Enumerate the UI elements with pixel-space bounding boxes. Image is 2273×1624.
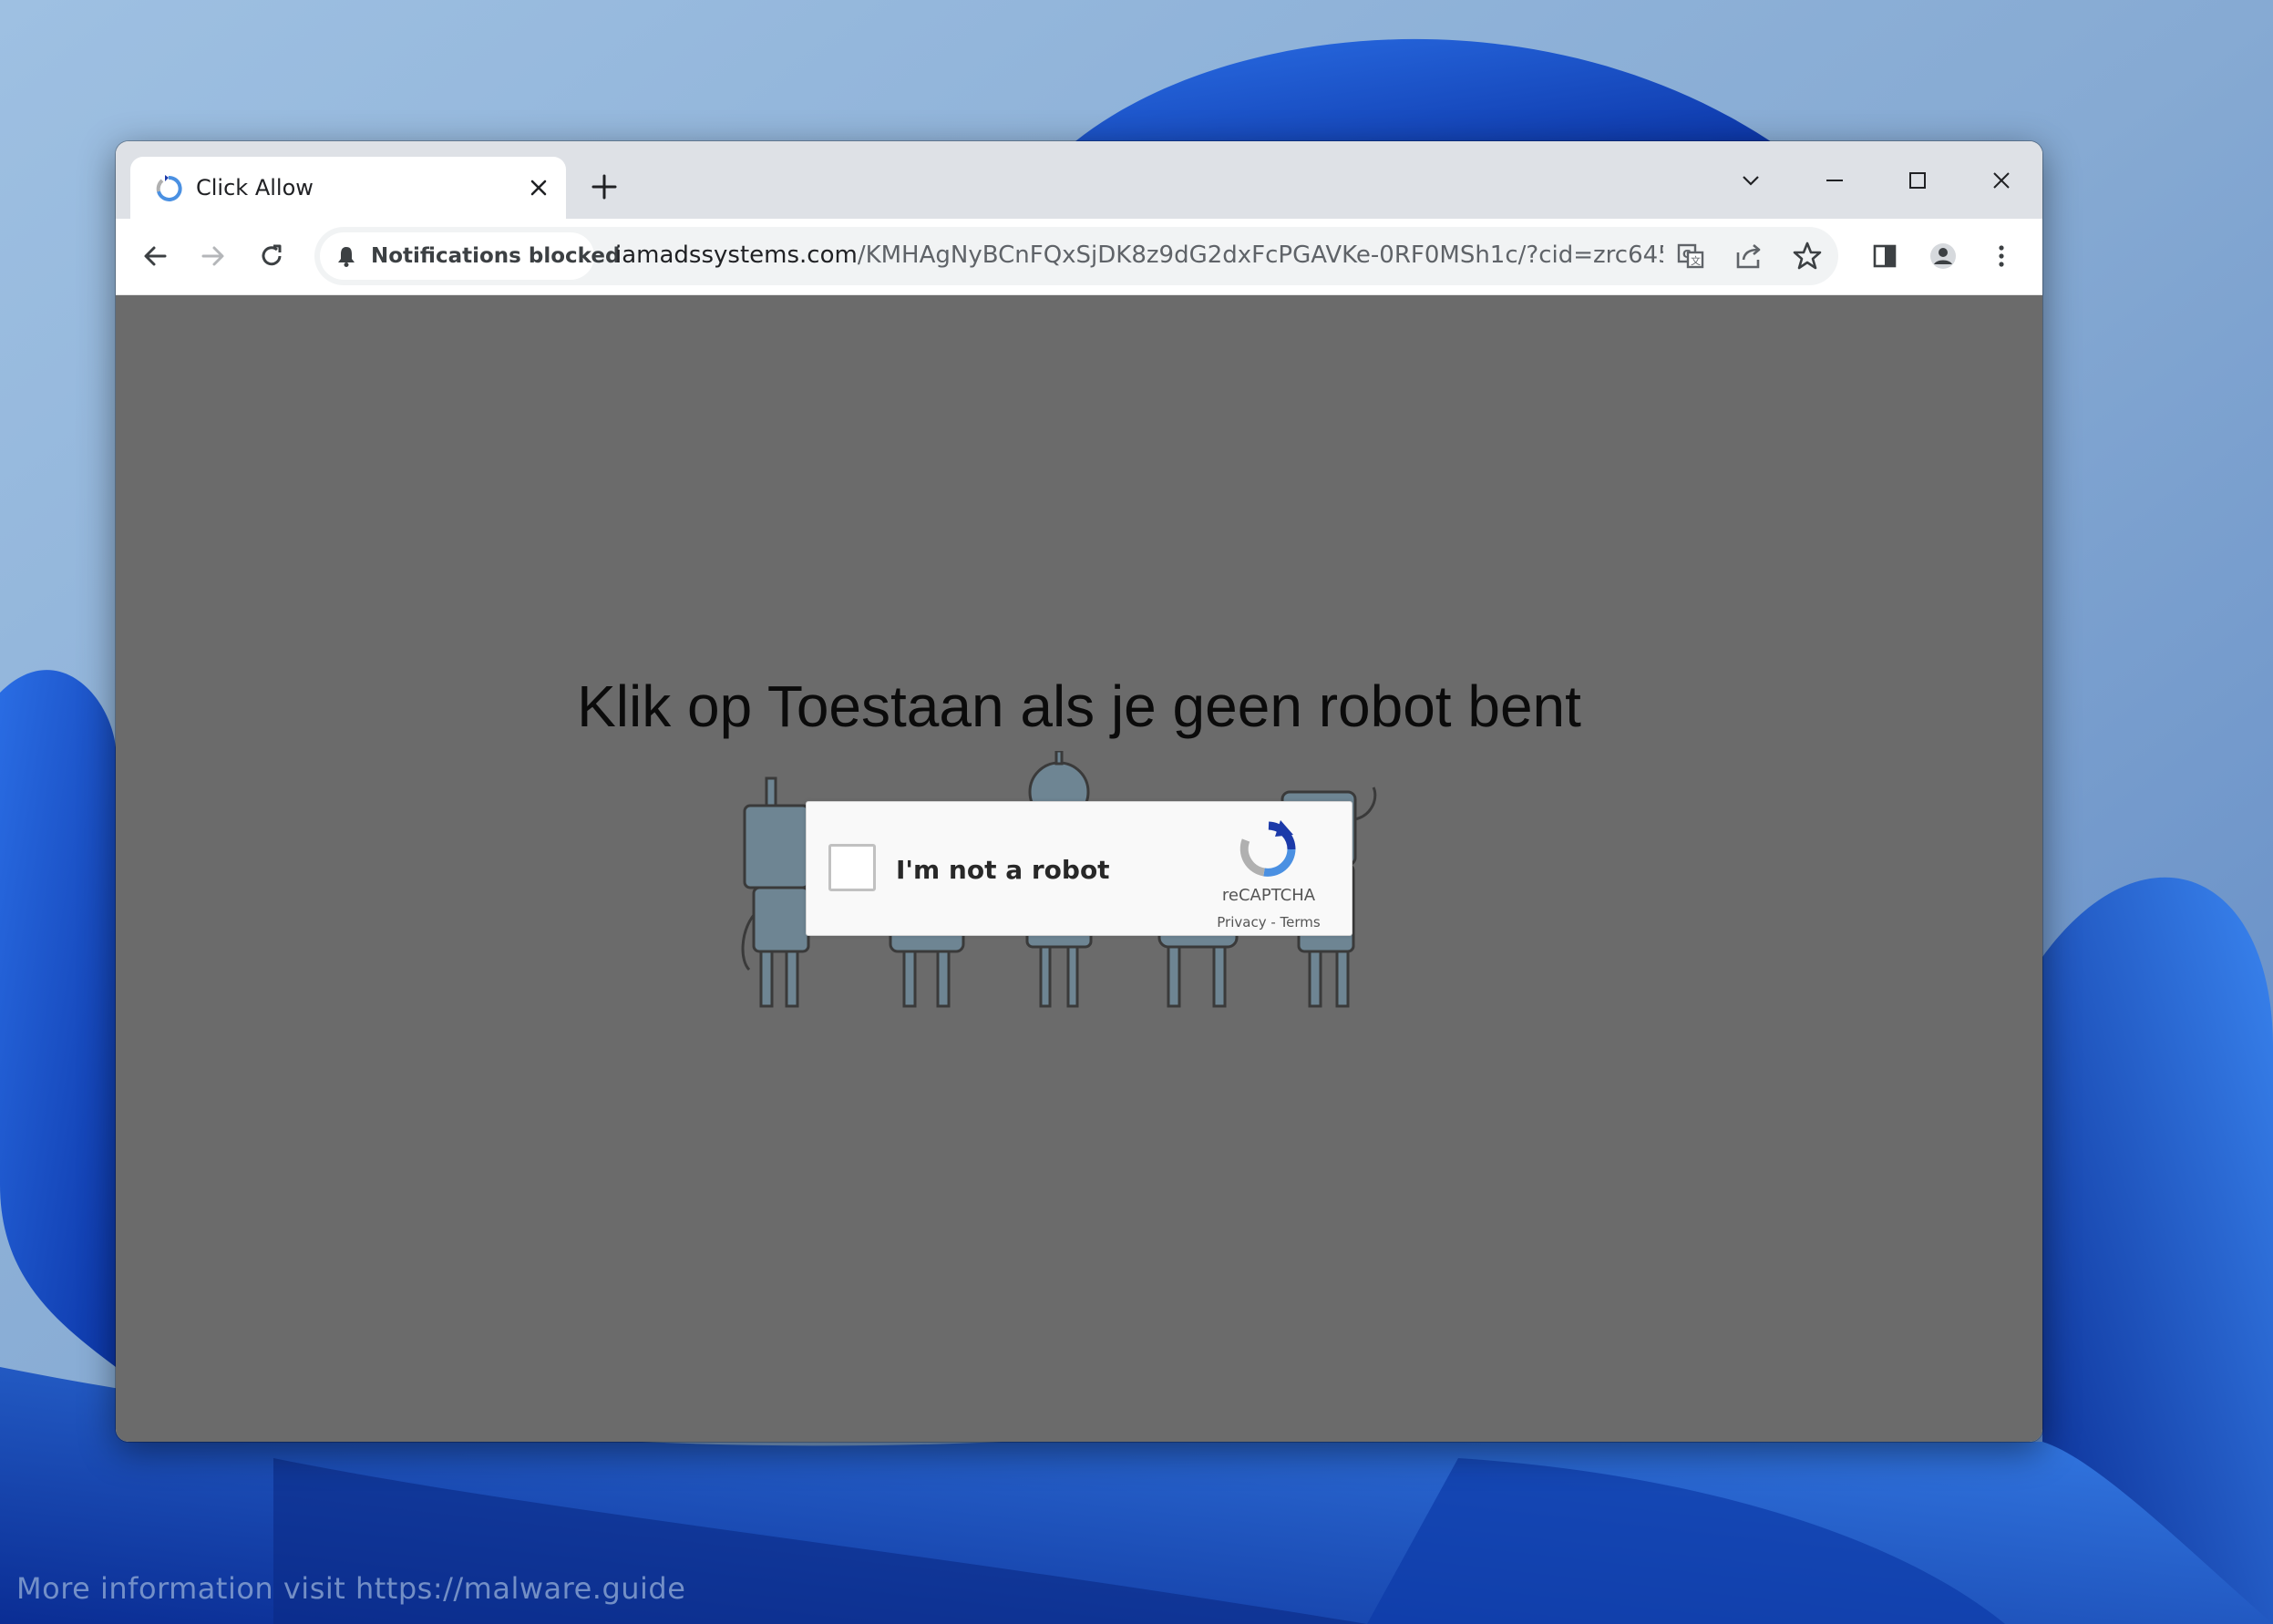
privacy-link[interactable]: Privacy (1217, 914, 1266, 930)
recaptcha-brand: reCAPTCHA (1221, 886, 1316, 905)
side-panel-button[interactable] (1864, 235, 1906, 277)
tab-active[interactable]: Click Allow (130, 157, 566, 219)
maximize-icon[interactable] (1895, 158, 1940, 203)
back-button[interactable] (134, 235, 176, 277)
close-tab-icon[interactable] (528, 177, 550, 199)
recaptcha-label: I'm not a robot (896, 855, 1110, 885)
address-bar[interactable]: Notifications blocked iamadssystems.com/… (314, 227, 1838, 285)
back-icon (144, 246, 167, 266)
reload-icon (262, 244, 282, 266)
share-icon[interactable] (1733, 240, 1765, 272)
svg-text:文: 文 (1691, 254, 1701, 267)
bell-icon (338, 247, 355, 267)
tab-strip: Click Allow (116, 141, 2042, 219)
recaptcha-logo-icon (1239, 820, 1296, 877)
recaptcha-widget: I'm not a robot reCAPTCHA Privacy - Term… (806, 801, 1352, 936)
recaptcha-links: Privacy - Terms (1208, 914, 1330, 930)
reload-button[interactable] (251, 235, 293, 277)
translate-icon[interactable]: G文 (1674, 240, 1707, 272)
close-window-icon[interactable] (1979, 158, 2024, 203)
new-tab-icon[interactable] (590, 172, 619, 201)
page-headline: Klik op Toestaan als je geen robot bent (577, 673, 1581, 739)
star-icon[interactable] (1791, 240, 1824, 272)
terms-link[interactable]: Terms (1280, 914, 1321, 930)
browser-window: Click Allow Notifications blocked iamads… (116, 141, 2042, 1442)
tab-search-icon[interactable] (1728, 158, 1774, 203)
toolbar: Notifications blocked iamadssystems.com/… (116, 219, 2042, 295)
watermark-text: More information visit https://malware.g… (16, 1571, 686, 1606)
forward-button[interactable] (192, 235, 234, 277)
permission-chip[interactable]: Notifications blocked (320, 232, 620, 280)
tab-title: Click Allow (196, 175, 314, 200)
recaptcha-checkbox[interactable] (828, 844, 876, 891)
side-panel-icon (1873, 244, 1897, 268)
recaptcha-icon (156, 175, 182, 201)
profile-button[interactable] (1922, 235, 1964, 277)
url-host: iamadssystems.com (615, 242, 858, 269)
url-path: /KMHAgNyBCnFQxSjDK8z9dG2dxFcPGAVKe-0RF0M… (857, 242, 1663, 269)
menu-button[interactable] (1980, 235, 2022, 277)
permission-chip-label: Notifications blocked (371, 244, 621, 268)
url-text: iamadssystems.com/KMHAgNyBCnFQxSjDK8z9dG… (615, 242, 1663, 269)
menu-icon (1999, 245, 2004, 267)
minimize-icon[interactable] (1812, 158, 1857, 203)
link-separator: - (1266, 914, 1280, 930)
profile-icon (1930, 243, 1956, 269)
page-viewport: Klik op Toestaan als je geen robot bent (116, 295, 2042, 1442)
forward-icon (201, 246, 224, 266)
